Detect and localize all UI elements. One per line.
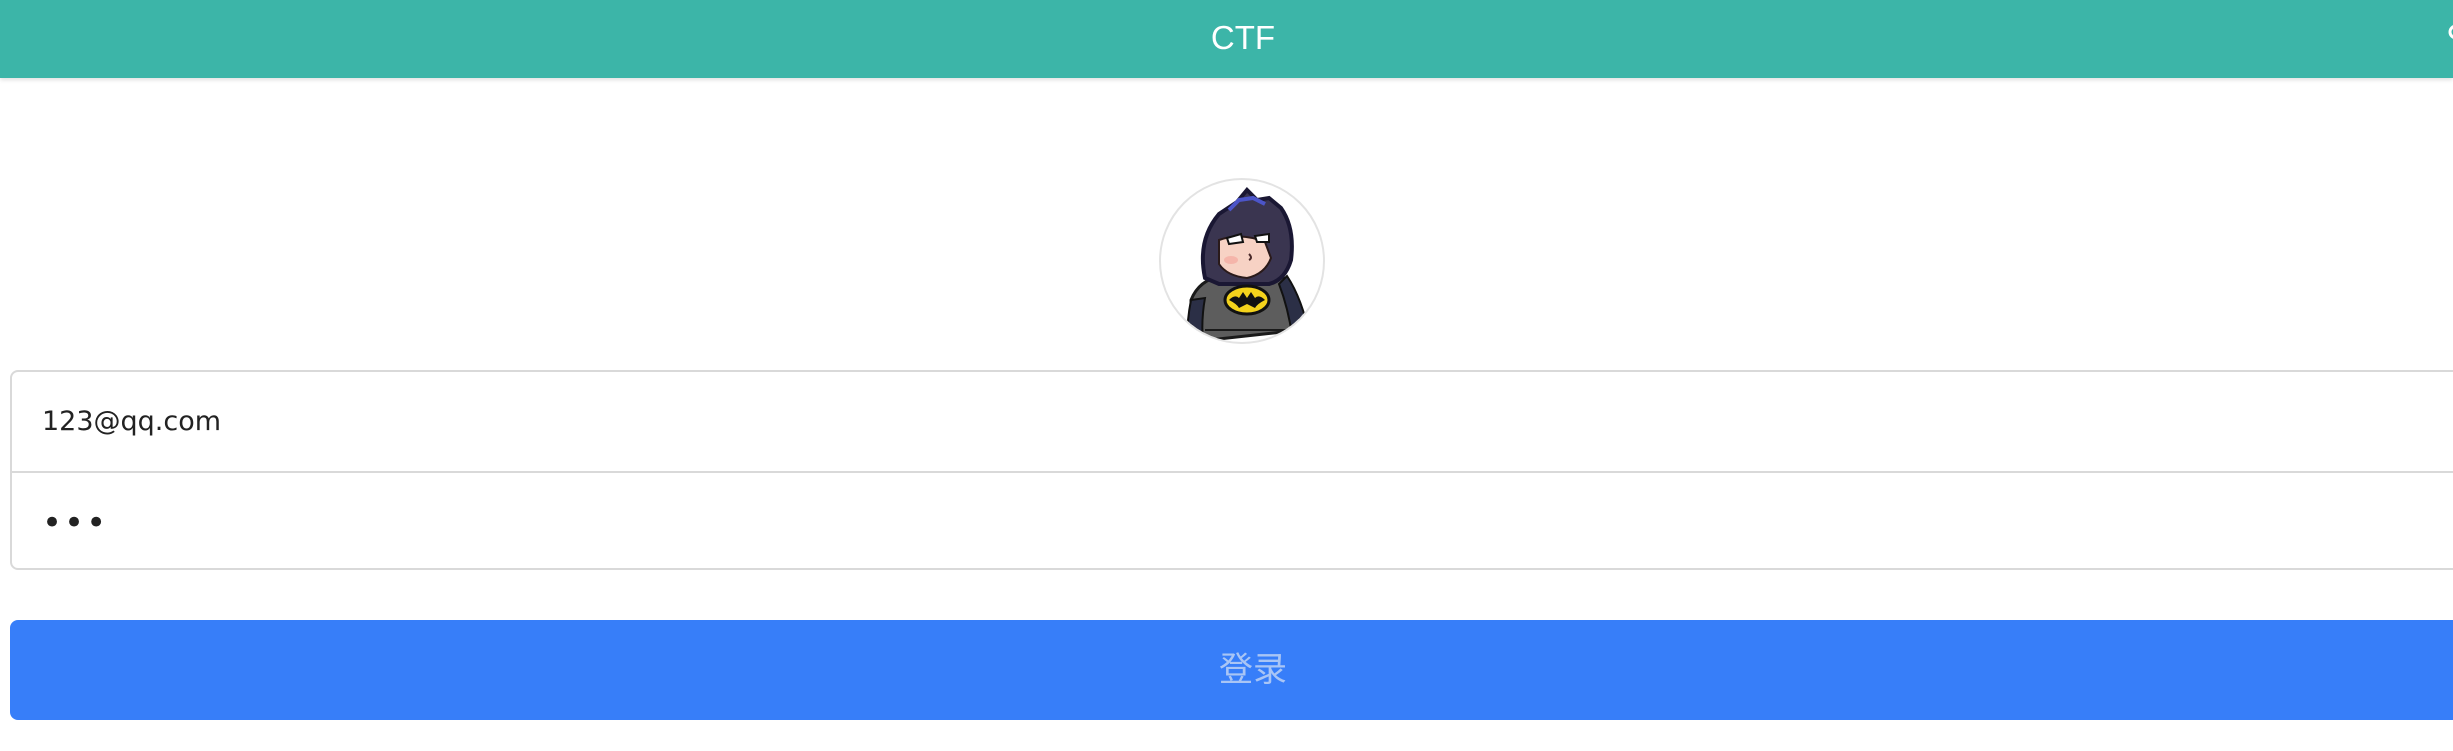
partial-icon[interactable] [2445, 20, 2453, 56]
login-form [10, 370, 2453, 572]
page-title: CTF [1210, 19, 1276, 56]
batman-avatar-icon [1185, 187, 1313, 342]
email-field[interactable] [12, 372, 2453, 471]
password-field[interactable] [12, 473, 2453, 572]
avatar [1159, 178, 1325, 344]
app-header: CTF [0, 0, 2453, 78]
login-button[interactable]: 登录 [10, 620, 2453, 720]
login-button-label: 登录 [1219, 650, 1287, 690]
login-page: CTF 123@qq.com ••• 登录 [0, 0, 2453, 751]
